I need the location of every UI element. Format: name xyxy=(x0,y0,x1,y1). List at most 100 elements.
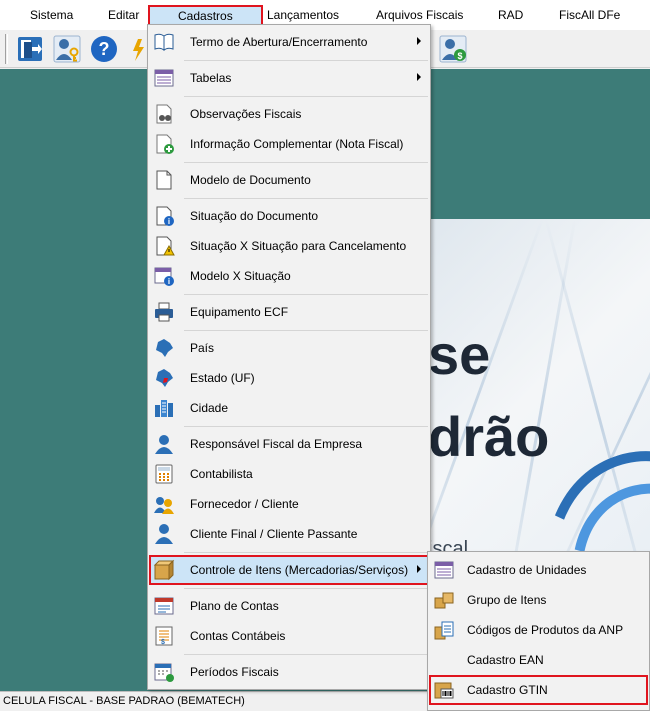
calculator-icon xyxy=(155,464,173,484)
submenu-item-cadastro-unidades[interactable]: Cadastro de Unidades xyxy=(429,555,648,585)
menu-rad[interactable]: RAD xyxy=(498,8,523,22)
boxes-group-icon xyxy=(434,592,454,609)
users-icon xyxy=(154,497,174,514)
menu-item-periodos-fiscais[interactable]: Períodos Fiscais xyxy=(149,657,429,687)
menu-item-label: Controle de Itens (Mercadorias/Serviços) xyxy=(190,563,409,577)
menu-item-label: Responsável Fiscal da Empresa xyxy=(190,437,363,451)
menu-item-label: Períodos Fiscais xyxy=(190,665,279,679)
user-key-button[interactable] xyxy=(51,33,83,65)
menu-item-label: Cadastro GTIN xyxy=(467,683,548,697)
help-button[interactable]: ? xyxy=(88,33,120,65)
menu-separator xyxy=(184,60,428,61)
menu-separator xyxy=(184,330,428,331)
menu-item-label: Tabelas xyxy=(190,71,232,85)
menu-item-label: Informação Complementar (Nota Fiscal) xyxy=(190,137,404,151)
menu-item-tabelas[interactable]: Tabelas xyxy=(149,63,429,93)
submenu-item-cadastro-ean[interactable]: Cadastro EAN xyxy=(429,645,648,675)
controle-itens-submenu: Cadastro de Unidades Grupo de Itens Códi… xyxy=(427,551,650,711)
menu-separator xyxy=(184,96,428,97)
menu-item-label: Situação do Documento xyxy=(190,209,319,223)
menu-item-cidade[interactable]: Cidade xyxy=(149,393,429,423)
menu-arquivos-fiscais[interactable]: Arquivos Fiscais xyxy=(376,8,463,22)
brazil-state-map-icon xyxy=(156,369,173,387)
menu-sistema[interactable]: Sistema xyxy=(30,8,73,22)
menu-item-label: Fornecedor / Cliente xyxy=(190,497,299,511)
menu-item-controle-de-itens[interactable]: Controle de Itens (Mercadorias/Serviços) xyxy=(149,555,429,585)
menu-item-label: Modelo de Documento xyxy=(190,173,311,187)
splash-title-line2: drão xyxy=(428,405,550,468)
menu-fiscall-dfe[interactable]: FiscAll DFe xyxy=(559,8,620,22)
menu-item-label: Situação X Situação para Cancelamento xyxy=(190,239,407,253)
user-key-icon xyxy=(53,35,81,63)
menu-item-label: Observações Fiscais xyxy=(190,107,302,121)
menu-item-responsavel-fiscal[interactable]: Responsável Fiscal da Empresa xyxy=(149,429,429,459)
user-money-icon: $ xyxy=(439,35,467,63)
brazil-map-icon xyxy=(156,339,173,357)
menu-item-situacao-cancelamento[interactable]: Situação X Situação para Cancelamento xyxy=(149,231,429,261)
menu-separator xyxy=(184,426,428,427)
menu-item-observacoes-fiscais[interactable]: Observações Fiscais xyxy=(149,99,429,129)
menu-item-situacao-documento[interactable]: i Situação do Documento xyxy=(149,201,429,231)
status-text: CELULA FISCAL - BASE PADRAO (BEMATECH) xyxy=(3,695,245,707)
exit-door-icon xyxy=(18,37,42,61)
user-money-button[interactable]: $ xyxy=(437,33,469,65)
document-info-icon: i xyxy=(156,206,174,226)
menu-item-plano-de-contas[interactable]: Plano de Contas xyxy=(149,591,429,621)
document-binoculars-icon xyxy=(156,104,172,124)
menu-item-contas-contabeis[interactable]: $ Contas Contábeis xyxy=(149,621,429,651)
cadastros-dropdown-menu: Termo de Abertura/Encerramento Tabelas O… xyxy=(147,24,431,690)
document-warning-icon xyxy=(156,236,175,256)
submenu-arrow-icon xyxy=(417,73,421,81)
menu-item-label: Contas Contábeis xyxy=(190,629,286,643)
menu-item-contabilista[interactable]: Contabilista xyxy=(149,459,429,489)
menu-separator xyxy=(184,654,428,655)
menu-item-label: Modelo X Situação xyxy=(190,269,291,283)
boxes-icon xyxy=(153,559,175,581)
menu-item-modelo-documento[interactable]: Modelo de Documento xyxy=(149,165,429,195)
svg-text:i: i xyxy=(168,217,170,226)
units-list-icon xyxy=(434,561,454,579)
partial-toolbar-button[interactable] xyxy=(128,33,146,65)
menu-editar[interactable]: Editar xyxy=(108,8,139,22)
menu-item-informacao-complementar[interactable]: Informação Complementar (Nota Fiscal) xyxy=(149,129,429,159)
menu-separator xyxy=(184,552,428,553)
menu-item-termo-abertura[interactable]: Termo de Abertura/Encerramento xyxy=(149,27,429,57)
list-info-icon: i xyxy=(154,267,174,286)
menu-item-estado-uf[interactable]: Estado (UF) xyxy=(149,363,429,393)
svg-text:?: ? xyxy=(99,39,110,59)
menu-item-modelo-x-situacao[interactable]: i Modelo X Situação xyxy=(149,261,429,291)
menu-item-label: Cadastro EAN xyxy=(467,653,544,667)
menu-item-label: Equipamento ECF xyxy=(190,305,289,319)
toolbar-grip[interactable] xyxy=(5,34,8,64)
submenu-item-grupo-itens[interactable]: Grupo de Itens xyxy=(429,585,648,615)
submenu-item-cadastro-gtin[interactable]: Cadastro GTIN xyxy=(429,675,648,705)
menu-item-pais[interactable]: País xyxy=(149,333,429,363)
svg-text:i: i xyxy=(168,277,170,286)
menu-separator xyxy=(184,198,428,199)
menu-item-label: Plano de Contas xyxy=(190,599,279,613)
city-buildings-icon xyxy=(155,400,173,417)
printer-icon xyxy=(155,302,173,322)
menu-item-label: Códigos de Produtos da ANP xyxy=(467,623,624,637)
calendar-money-icon xyxy=(154,663,174,682)
menu-item-label: Cliente Final / Cliente Passante xyxy=(190,527,358,541)
menu-separator xyxy=(184,162,428,163)
exit-button[interactable] xyxy=(14,33,46,65)
menu-item-equipamento-ecf[interactable]: Equipamento ECF xyxy=(149,297,429,327)
menu-separator xyxy=(184,294,428,295)
table-icon xyxy=(154,69,174,87)
ledger-icon: $ xyxy=(155,626,173,646)
menu-item-label: Termo de Abertura/Encerramento xyxy=(190,35,368,49)
menu-lancamentos[interactable]: Lançamentos xyxy=(267,8,339,22)
document-icon xyxy=(156,170,172,190)
menu-item-label: Contabilista xyxy=(190,467,253,481)
menu-item-fornecedor-cliente[interactable]: Fornecedor / Cliente xyxy=(149,489,429,519)
submenu-item-codigos-anp[interactable]: Códigos de Produtos da ANP xyxy=(429,615,648,645)
svg-text:$: $ xyxy=(161,639,165,646)
menu-cadastros[interactable]: Cadastros xyxy=(148,5,263,26)
menu-item-label: País xyxy=(190,341,215,355)
submenu-arrow-icon xyxy=(417,37,421,45)
anp-codes-icon xyxy=(434,621,454,640)
partial-icon xyxy=(133,39,144,61)
menu-item-cliente-final[interactable]: Cliente Final / Cliente Passante xyxy=(149,519,429,549)
